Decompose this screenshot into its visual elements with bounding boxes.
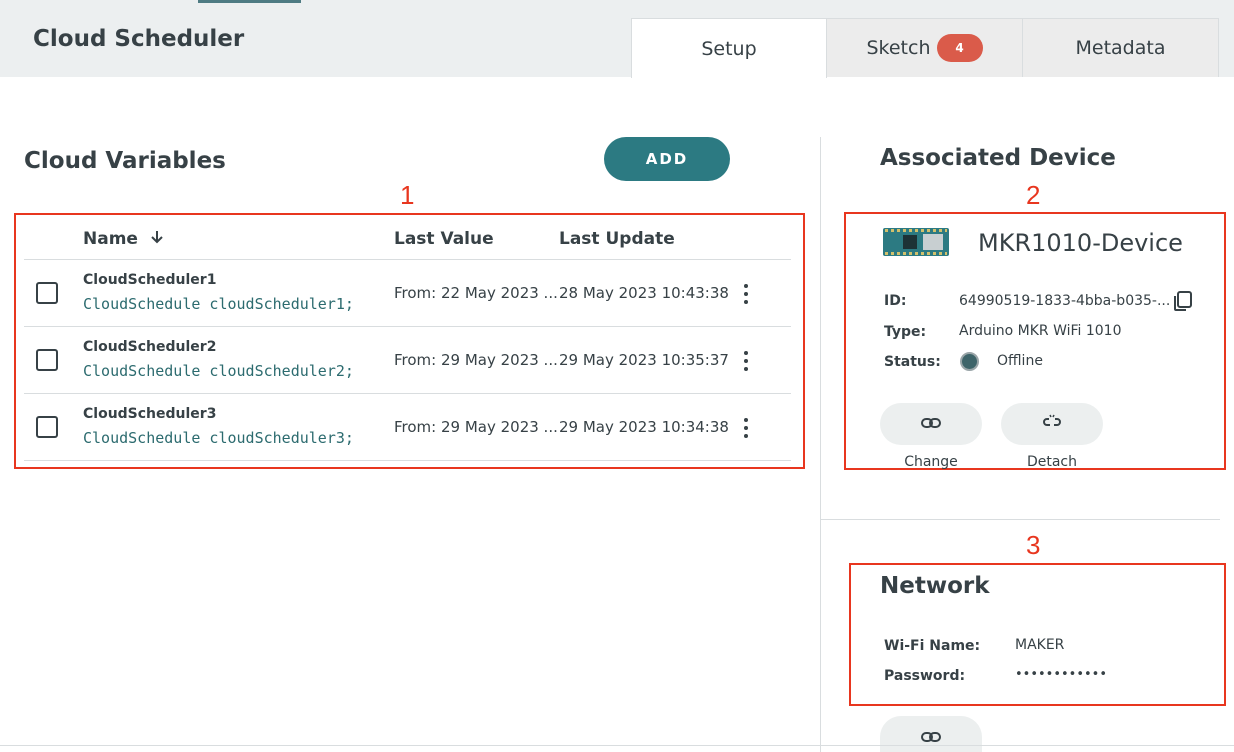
- cloud-variables-title: Cloud Variables: [24, 148, 226, 174]
- variable-declaration: CloudSchedule cloudScheduler2;: [83, 362, 354, 380]
- more-options-icon[interactable]: [741, 282, 751, 306]
- copy-icon[interactable]: [1171, 290, 1193, 312]
- column-header-last-value[interactable]: Last Value: [394, 229, 494, 249]
- column-header-last-update[interactable]: Last Update: [559, 229, 675, 249]
- variables-table: Name Last Value Last Update CloudSchedul…: [24, 218, 791, 461]
- link-icon: [920, 415, 942, 434]
- top-bar: Cloud Scheduler Setup Sketch 4 Metadata: [0, 0, 1234, 78]
- column-header-name[interactable]: Name: [83, 229, 164, 249]
- variable-last-value: From: 29 May 2023 ...: [394, 418, 558, 436]
- section-divider: [821, 519, 1220, 520]
- network-title: Network: [880, 573, 990, 599]
- variable-last-update: 29 May 2023 10:35:37: [559, 351, 729, 369]
- associated-device-title: Associated Device: [880, 145, 1116, 171]
- add-variable-button[interactable]: ADD: [604, 137, 730, 181]
- column-name-label: Name: [83, 229, 138, 249]
- board-image-icon: [883, 228, 949, 256]
- tab-bar: Setup Sketch 4 Metadata: [631, 18, 1219, 78]
- page-title: Cloud Scheduler: [33, 26, 245, 52]
- row-checkbox[interactable]: [36, 349, 58, 371]
- tab-sketch-label: Sketch: [866, 37, 931, 59]
- device-status-label: Status:: [884, 354, 941, 370]
- callout-number-3: 3: [1026, 530, 1041, 560]
- sort-arrow-down-icon: [150, 229, 164, 249]
- variable-name: CloudScheduler2: [83, 339, 217, 355]
- password-label: Password:: [884, 668, 966, 684]
- tab-sketch[interactable]: Sketch 4: [827, 18, 1023, 77]
- header-accent-line: [198, 0, 301, 3]
- table-header: Name Last Value Last Update: [24, 218, 791, 260]
- row-checkbox[interactable]: [36, 282, 58, 304]
- detach-device-button[interactable]: [1001, 403, 1103, 445]
- variable-last-value: From: 22 May 2023 ...: [394, 284, 558, 302]
- change-device-button[interactable]: [880, 403, 982, 445]
- tab-metadata[interactable]: Metadata: [1023, 18, 1219, 77]
- change-button-label: Change: [904, 454, 958, 470]
- device-id-label: ID:: [884, 293, 907, 309]
- table-row[interactable]: CloudScheduler3 CloudSchedule cloudSched…: [24, 394, 791, 461]
- tab-setup[interactable]: Setup: [631, 18, 827, 78]
- variable-name: CloudScheduler3: [83, 406, 217, 422]
- wifi-name-label: Wi-Fi Name:: [884, 638, 981, 654]
- callout-number-1: 1: [400, 180, 415, 210]
- table-row[interactable]: CloudScheduler2 CloudSchedule cloudSched…: [24, 327, 791, 394]
- device-id-value: 64990519-1833-4bba-b035-...: [959, 293, 1171, 309]
- change-network-button[interactable]: [880, 716, 982, 752]
- sketch-count-badge: 4: [936, 34, 983, 62]
- device-type-label: Type:: [884, 324, 927, 340]
- tab-metadata-label: Metadata: [1075, 37, 1166, 59]
- variable-name: CloudScheduler1: [83, 272, 217, 288]
- bottom-border: [0, 745, 1234, 746]
- tab-setup-label: Setup: [701, 37, 757, 60]
- variable-last-update: 29 May 2023 10:34:38: [559, 418, 729, 436]
- device-name: MKR1010-Device: [978, 229, 1183, 257]
- more-options-icon[interactable]: [741, 416, 751, 440]
- password-value: ••••••••••••: [1015, 667, 1108, 682]
- status-indicator-icon: [960, 352, 979, 371]
- more-options-icon[interactable]: [741, 349, 751, 373]
- variable-declaration: CloudSchedule cloudScheduler3;: [83, 429, 354, 447]
- device-status-value: Offline: [997, 353, 1043, 369]
- detach-button-label: Detach: [1026, 454, 1078, 470]
- wifi-name-value: MAKER: [1015, 637, 1065, 653]
- table-row[interactable]: CloudScheduler1 CloudSchedule cloudSched…: [24, 260, 791, 327]
- row-checkbox[interactable]: [36, 416, 58, 438]
- variable-last-update: 28 May 2023 10:43:38: [559, 284, 729, 302]
- variable-last-value: From: 29 May 2023 ...: [394, 351, 558, 369]
- panel-divider: [820, 137, 821, 752]
- variable-declaration: CloudSchedule cloudScheduler1;: [83, 295, 354, 313]
- device-type-value: Arduino MKR WiFi 1010: [959, 323, 1122, 339]
- callout-number-2: 2: [1026, 180, 1041, 210]
- unlink-icon: [1041, 414, 1063, 434]
